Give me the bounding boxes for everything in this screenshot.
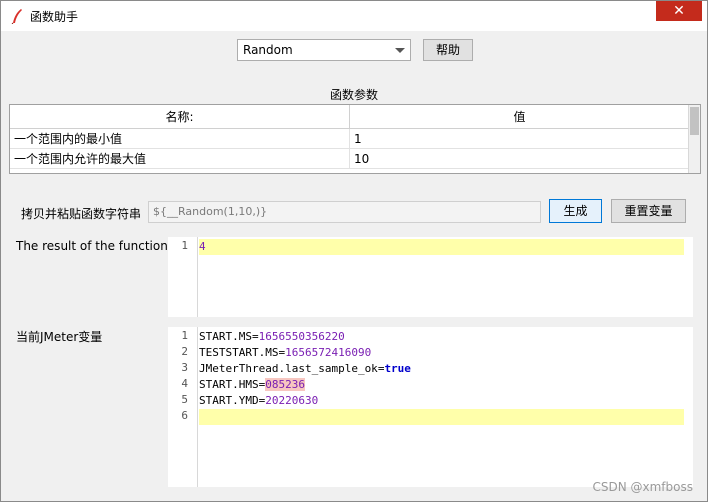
param-row-2-name[interactable]: 一个范围内允许的最大值 bbox=[10, 149, 350, 169]
params-table: 名称: 值 一个范围内的最小值 1 一个范围内允许的最大值 10 bbox=[9, 104, 701, 174]
param-row-1-value[interactable]: 1 bbox=[350, 129, 690, 149]
result-gutter: 1 bbox=[168, 237, 198, 317]
reset-variables-button[interactable]: 重置变量 bbox=[611, 199, 686, 223]
copy-string-label: 拷贝并粘贴函数字符串 bbox=[21, 207, 142, 221]
watermark: CSDN @xmfboss bbox=[592, 480, 693, 494]
help-button[interactable]: 帮助 bbox=[423, 39, 473, 61]
line-number: 6 bbox=[181, 409, 188, 422]
var-value: 1656550356220 bbox=[258, 330, 345, 343]
var-key: TESTSTART.MS bbox=[199, 346, 279, 359]
function-helper-window: 函数助手 ✕ Random 帮助 函数参数 名称: 值 一个范围内的最小值 1 … bbox=[0, 0, 708, 502]
var-key: START.HMS bbox=[199, 378, 259, 391]
result-editor[interactable]: 1 4 bbox=[168, 237, 693, 317]
feather-icon bbox=[11, 9, 22, 24]
function-string-field[interactable]: ${__Random(1,10,)} bbox=[148, 201, 541, 223]
var-key: JMeterThread.last_sample_ok bbox=[199, 362, 378, 375]
line-number: 1 bbox=[181, 329, 188, 342]
chevron-down-icon bbox=[395, 48, 405, 53]
var-line: JMeterThread.last_sample_ok=true bbox=[199, 361, 411, 377]
param-row-2-value[interactable]: 10 bbox=[350, 149, 690, 169]
var-key: START.MS bbox=[199, 330, 252, 343]
vars-gutter: 1 2 3 4 5 6 bbox=[168, 327, 198, 487]
function-select[interactable]: Random bbox=[237, 39, 411, 61]
line-number: 2 bbox=[181, 345, 188, 358]
param-row-1-name[interactable]: 一个范围内的最小值 bbox=[10, 129, 350, 149]
header-value[interactable]: 值 bbox=[350, 105, 690, 129]
var-value: 1656572416090 bbox=[285, 346, 372, 359]
line-number: 1 bbox=[181, 239, 188, 252]
header-name[interactable]: 名称: bbox=[10, 105, 350, 129]
var-value: 20220630 bbox=[265, 394, 319, 407]
var-eq: = bbox=[251, 330, 259, 343]
result-label: The result of the function is bbox=[16, 239, 182, 253]
line-number: 3 bbox=[181, 361, 188, 374]
current-line-highlight bbox=[199, 239, 684, 255]
jmeter-vars-label: 当前JMeter变量 bbox=[16, 330, 103, 344]
var-key: START.YMD bbox=[199, 394, 259, 407]
line-number: 5 bbox=[181, 393, 188, 406]
close-button[interactable]: ✕ bbox=[656, 1, 702, 21]
generate-button[interactable]: 生成 bbox=[549, 199, 602, 223]
var-value: true bbox=[384, 362, 411, 375]
scroll-thumb[interactable] bbox=[690, 107, 699, 135]
jmeter-vars-editor[interactable]: 1 2 3 4 5 6 START.MS=1656550356220 TESTS… bbox=[168, 327, 693, 487]
var-line: START.MS=1656550356220 bbox=[199, 329, 345, 345]
title-bar: 函数助手 ✕ bbox=[1, 1, 707, 31]
var-line: START.YMD=20220630 bbox=[199, 393, 318, 409]
var-line: TESTSTART.MS=1656572416090 bbox=[199, 345, 371, 361]
params-scrollbar[interactable] bbox=[688, 105, 700, 173]
content-area: Random 帮助 函数参数 名称: 值 一个范围内的最小值 1 一个范围内允许… bbox=[1, 31, 707, 501]
window-title: 函数助手 bbox=[30, 10, 79, 24]
var-value: 085236 bbox=[265, 378, 305, 391]
function-select-value: Random bbox=[243, 43, 293, 57]
params-section-title: 函数参数 bbox=[329, 88, 378, 102]
result-value: 4 bbox=[199, 240, 206, 253]
current-line-highlight bbox=[199, 409, 684, 425]
var-line: START.HMS=085236 bbox=[199, 377, 305, 393]
line-number: 4 bbox=[181, 377, 188, 390]
